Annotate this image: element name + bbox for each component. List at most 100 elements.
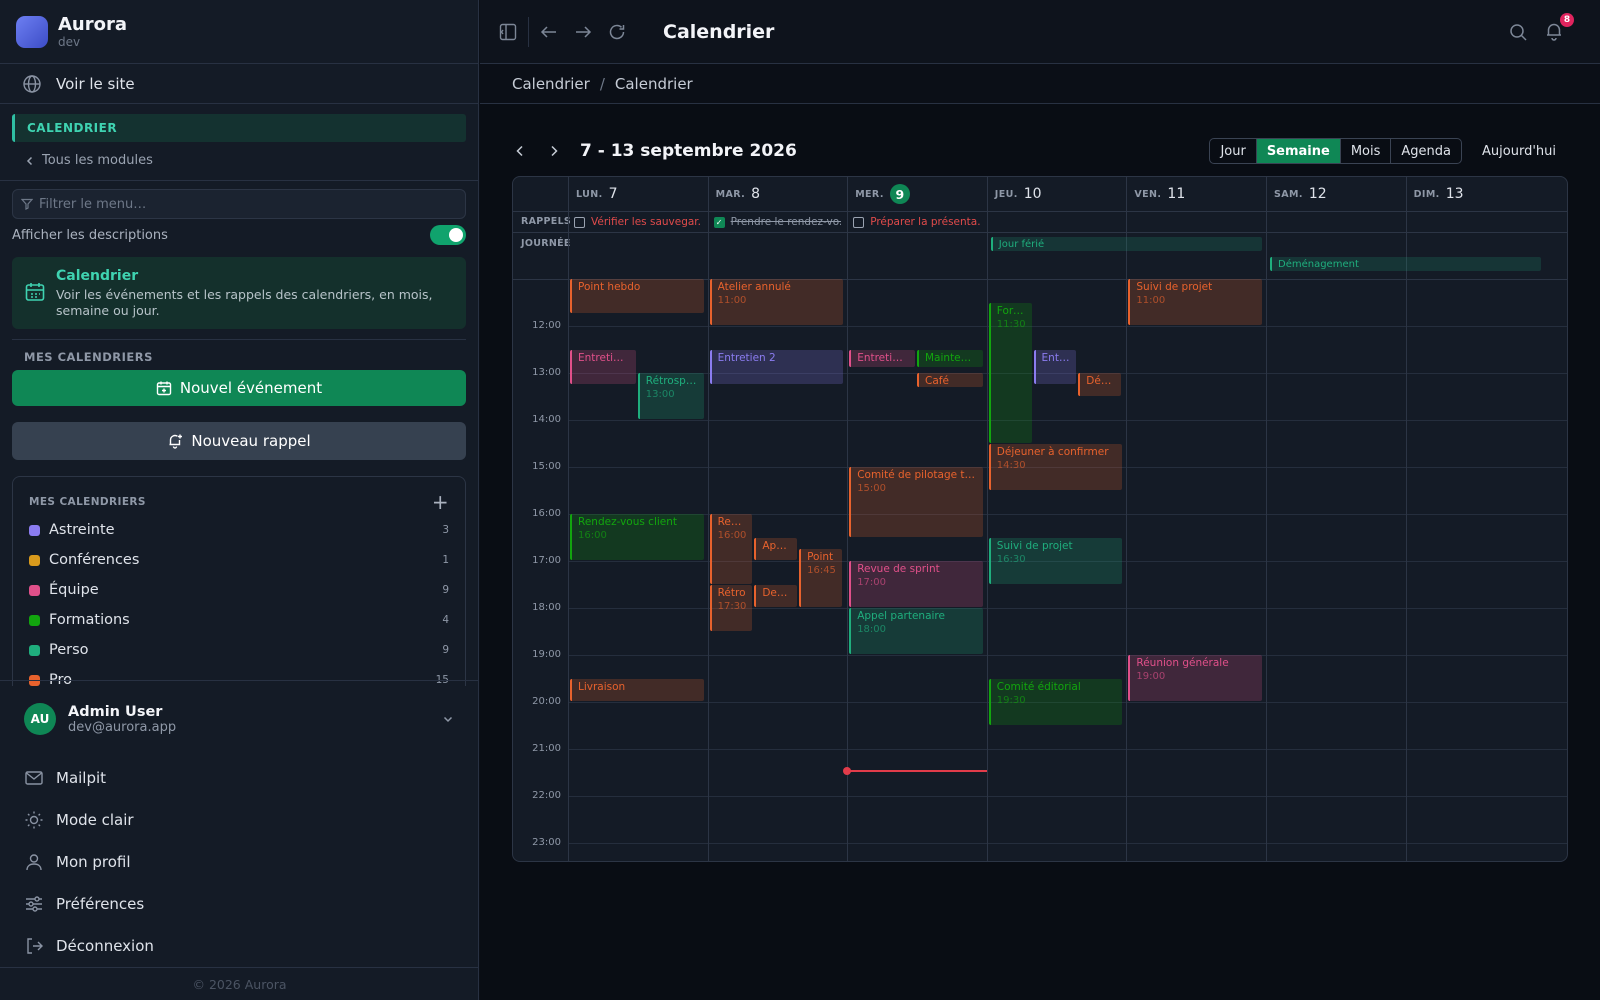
day-column-line <box>1405 177 1407 861</box>
menu-filter-input[interactable]: Filtrer le menu… <box>12 189 466 219</box>
calendar-event[interactable]: Déménagement <box>1078 373 1122 396</box>
reminder-item[interactable]: Préparer la présenta... <box>853 214 981 230</box>
breadcrumb-separator: / <box>599 74 605 93</box>
reminders-row-label: RAPPELS <box>521 216 572 227</box>
view-week-button[interactable]: Semaine <box>1255 139 1340 163</box>
event-title: Réunion générale <box>1136 657 1229 669</box>
day-header[interactable]: DIM. 13 <box>1406 177 1546 211</box>
checkbox[interactable] <box>574 216 585 228</box>
next-week-icon[interactable] <box>546 143 562 159</box>
calendar-event[interactable]: Revue de sprint 17:00 <box>849 561 983 607</box>
day-number: 10 <box>1023 186 1042 202</box>
filter-icon <box>21 198 33 210</box>
calendar-item[interactable]: Astreinte 3 <box>29 515 449 545</box>
arrow-left-icon[interactable] <box>539 22 559 42</box>
new-reminder-button[interactable]: Nouveau rappel <box>12 422 466 460</box>
calendar-count: 9 <box>442 584 449 596</box>
menu-light-mode[interactable]: Mode clair <box>0 799 479 841</box>
reminder-text: Vérifier les sauvegar... <box>591 216 702 228</box>
calendar-color-dot <box>29 554 40 566</box>
calendar-event[interactable]: Debrief <box>754 584 798 607</box>
menu-logout[interactable]: Déconnexion <box>0 925 479 967</box>
reminder-item[interactable]: ✓ Prendre le rendez-vo... <box>713 214 842 230</box>
sidebar-toggle-icon[interactable] <box>498 22 518 42</box>
sidebar: Aurora dev Voir le site CALENDRIER Tous … <box>0 0 479 1000</box>
user-name: Admin User <box>68 703 163 720</box>
calendar-event[interactable]: Entretien <box>1033 349 1077 384</box>
notifications-button[interactable]: 8 <box>1544 12 1574 43</box>
add-calendar-icon[interactable]: + <box>432 492 449 512</box>
calendar-event[interactable]: Formation11:30 <box>988 302 1032 443</box>
event-time: 13:00 <box>645 389 675 400</box>
calendar-event[interactable]: Rétro 17:30 <box>709 584 753 631</box>
calendar-event[interactable]: Comité de pilotage tri... 15:00 <box>849 467 983 537</box>
calendar-event[interactable]: Livraison <box>570 678 704 701</box>
event-title: Entretien 1 <box>578 351 630 364</box>
calendar-event[interactable]: Recrutement 16:00 <box>709 514 753 584</box>
show-descriptions-toggle[interactable] <box>430 225 466 245</box>
day-header[interactable]: VEN. 11 <box>1126 177 1266 211</box>
menu-profile[interactable]: Mon profil <box>0 841 479 883</box>
calendar-event[interactable]: Déjeuner à confirmer 14:30 <box>988 443 1123 490</box>
previous-week-icon[interactable] <box>512 143 528 159</box>
checkbox-checked[interactable]: ✓ <box>713 216 725 228</box>
view-day-button[interactable]: Jour <box>1210 139 1255 163</box>
calendar-event[interactable]: Maintenance <box>917 349 983 368</box>
calendar-name: Conférences <box>49 552 140 568</box>
calendar-event[interactable]: Atelier annulé 11:00 <box>709 279 844 325</box>
day-header[interactable]: SAM. 12 <box>1266 177 1406 211</box>
calendar-color-dot <box>29 644 40 656</box>
day-number: 13 <box>1445 186 1464 202</box>
day-header[interactable]: JEU. 10 <box>987 177 1127 211</box>
day-number: 8 <box>751 186 761 202</box>
calendar-event[interactable]: Café <box>917 373 983 387</box>
calendar-item[interactable]: Équipe 9 <box>29 575 449 605</box>
user-menu[interactable]: AU Admin User dev@aurora.app <box>0 681 479 757</box>
notification-badge: 8 <box>1560 12 1574 27</box>
day-header[interactable]: LUN. 7 <box>568 177 708 211</box>
view-month-button[interactable]: Mois <box>1339 139 1391 163</box>
calendar-event[interactable]: Comité éditorial 19:30 <box>988 678 1123 725</box>
visit-site-link[interactable]: Voir le site <box>0 64 478 104</box>
new-event-button[interactable]: Nouvel événement <box>12 370 466 406</box>
today-button[interactable]: Aujourd'hui <box>1482 144 1568 159</box>
calendar-event[interactable]: Entretien 3 <box>849 349 915 368</box>
calendar-color-dot <box>29 614 40 626</box>
calendar-event[interactable]: Point 16:45 <box>799 549 842 607</box>
calendar-event[interactable]: Rendez-vous client 16:00 <box>570 514 704 560</box>
view-agenda-button[interactable]: Agenda <box>1390 139 1461 163</box>
reminder-text: Prendre le rendez-vo... <box>730 216 842 228</box>
all-modules-link[interactable]: Tous les modules <box>0 142 478 172</box>
logout-icon <box>24 936 44 956</box>
search-icon[interactable] <box>1508 22 1528 42</box>
hour-label: 17:00 <box>532 555 561 566</box>
event-title: Comité de pilotage tri... <box>857 469 977 481</box>
calendar-item[interactable]: Perso 9 <box>29 635 449 665</box>
calendar-event[interactable]: Entretien 2 <box>709 349 844 384</box>
allday-event[interactable]: Déménagement <box>1270 257 1542 271</box>
calendar-item[interactable]: Formations 4 <box>29 605 449 635</box>
day-header[interactable]: MER. 9 <box>847 177 987 211</box>
refresh-icon[interactable] <box>607 22 627 42</box>
arrow-right-icon[interactable] <box>573 22 593 42</box>
calendar-event[interactable]: Rétrospective 13:00 <box>637 373 704 419</box>
checkbox[interactable] <box>853 216 865 228</box>
menu-preferences[interactable]: Préférences <box>0 883 479 925</box>
chevron-down-icon <box>441 712 455 726</box>
allday-event[interactable]: Jour férié <box>990 237 1262 251</box>
calendar-event[interactable]: Suivi de projet 16:30 <box>988 537 1123 584</box>
calendar-event[interactable]: Réunion générale 19:00 <box>1128 655 1262 701</box>
day-header[interactable]: MAR. 8 <box>708 177 848 211</box>
breadcrumb-item[interactable]: Calendrier <box>512 75 590 93</box>
calendar-event[interactable]: Entretien 1 <box>570 349 636 384</box>
calendar-item[interactable]: Conférences 1 <box>29 545 449 575</box>
calendar-event[interactable]: Appel partenaire 18:00 <box>849 608 983 654</box>
reminder-item[interactable]: Vérifier les sauvegar... <box>574 214 702 230</box>
app-header[interactable]: Aurora dev <box>0 0 478 64</box>
menu-mailpit[interactable]: Mailpit <box>0 757 479 799</box>
calendar-event[interactable]: Suivi de projet 11:00 <box>1128 279 1262 325</box>
calendar-event[interactable]: Point hebdo <box>570 279 704 314</box>
day-column-line <box>707 177 709 861</box>
calendar-event[interactable]: Appel <box>754 537 798 560</box>
day-number: 7 <box>608 186 618 202</box>
